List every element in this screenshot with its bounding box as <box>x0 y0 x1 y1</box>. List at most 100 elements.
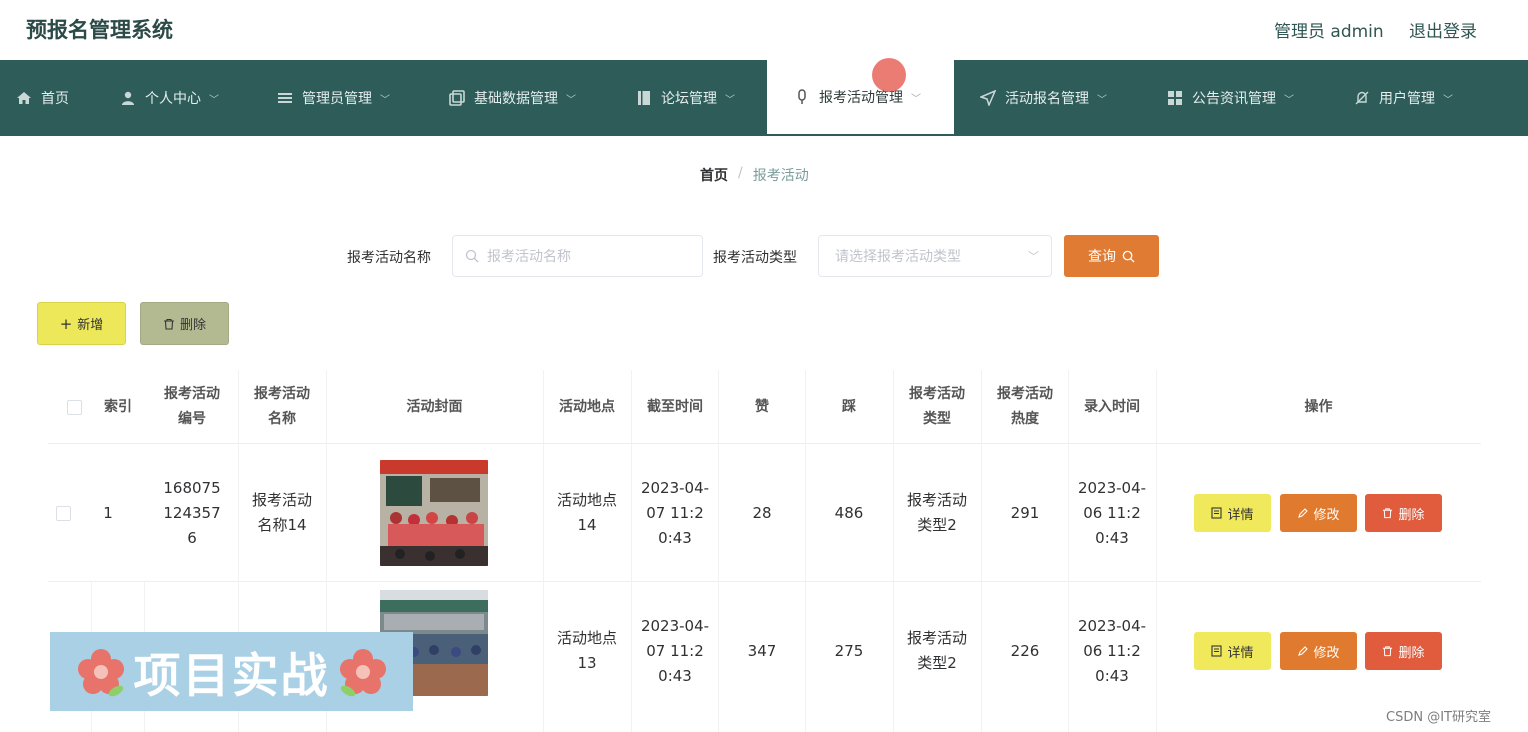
nav-item-activity-signup[interactable]: 活动报名管理 ﹀ <box>980 60 1107 136</box>
nav-item-label: 个人中心 <box>145 91 201 107</box>
search-icon <box>465 249 479 263</box>
column-divider <box>1156 370 1157 732</box>
column-divider <box>718 370 719 732</box>
activity-name-input[interactable]: 报考活动名称 <box>452 235 703 277</box>
document-icon <box>1211 645 1223 657</box>
logout-link[interactable]: 退出登录 <box>1409 17 1477 42</box>
cell-created: 2023-04-06 11:20:43 <box>1077 478 1147 547</box>
cell-dislikes: 275 <box>834 641 864 660</box>
pencil-icon <box>1298 508 1309 518</box>
chevron-down-icon: ﹀ <box>725 94 735 106</box>
row-checkbox-cell[interactable] <box>48 444 78 582</box>
microphone-icon <box>798 89 806 104</box>
bulk-delete-button[interactable]: 删除 <box>140 302 229 345</box>
chevron-down-icon: ﹀ <box>1443 94 1453 106</box>
delete-button-label: 删除 <box>1398 507 1425 523</box>
nav-item-personal-center[interactable]: 个人中心 ﹀ <box>120 60 219 136</box>
cell-heat: 226 <box>1010 641 1040 660</box>
watermark: CSDN @IT研究室 <box>1386 710 1491 725</box>
chevron-down-icon: ﹀ <box>1284 94 1294 106</box>
nav-item-label: 管理员管理 <box>302 91 372 107</box>
nav-item-base-data[interactable]: 基础数据管理 ﹀ <box>449 60 576 136</box>
add-button[interactable]: + 新增 <box>37 302 126 345</box>
nav-item-label: 用户管理 <box>1379 91 1435 107</box>
delete-button-label: 删除 <box>1398 645 1425 661</box>
column-divider <box>805 370 806 732</box>
user-icon <box>122 91 134 105</box>
detail-button[interactable]: 详情 <box>1194 494 1271 532</box>
activity-type-label: 报考活动类型 <box>713 250 797 266</box>
edit-button[interactable]: 修改 <box>1280 632 1357 670</box>
select-all-checkbox[interactable] <box>67 399 82 415</box>
nav-item-label: 公告资讯管理 <box>1192 91 1276 107</box>
breadcrumb: 首页 / 报考活动 <box>700 165 809 185</box>
cell-heat: 291 <box>1010 503 1040 522</box>
cell-index: 1 <box>103 503 113 522</box>
app-title: 预报名管理系统 <box>26 18 173 42</box>
header-heat: 报考活动热度 <box>997 386 1053 427</box>
nav-item-label: 论坛管理 <box>661 91 717 107</box>
query-button-label: 查询 <box>1088 249 1116 265</box>
cell-name: 报考活动名称14 <box>251 491 312 534</box>
detail-button-label: 详情 <box>1227 507 1254 523</box>
activity-type-placeholder: 请选择报考活动类型 <box>835 249 961 265</box>
pencil-icon <box>1298 646 1309 656</box>
nav-item-admin-management[interactable]: 管理员管理 ﹀ <box>277 60 390 136</box>
cell-deadline: 2023-04-07 11:20:43 <box>640 616 710 685</box>
header-created: 录入时间 <box>1084 398 1140 415</box>
header-deadline: 截至时间 <box>647 398 703 415</box>
edit-button-label: 修改 <box>1313 645 1340 661</box>
header-location: 活动地点 <box>559 398 615 415</box>
cell-dislikes: 486 <box>834 503 864 522</box>
column-divider <box>981 370 982 732</box>
query-button[interactable]: 查询 <box>1064 235 1159 277</box>
cell-location: 活动地点14 <box>557 491 618 534</box>
delete-button[interactable]: 删除 <box>1365 494 1442 532</box>
nav-item-announcements[interactable]: 公告资讯管理 ﹀ <box>1167 60 1294 136</box>
header-actions: 操作 <box>1304 398 1333 415</box>
breadcrumb-current: 报考活动 <box>752 168 809 184</box>
main-nav: 首页 个人中心 ﹀ 管理员管理 ﹀ 基础数据管理 ﹀ 论坛管理 ﹀ 报考活动管理… <box>0 60 1528 136</box>
header-index: 索引 <box>104 398 132 415</box>
row-checkbox[interactable] <box>55 505 71 521</box>
header-code: 报考活动编号 <box>164 386 220 427</box>
nav-item-exam-activity[interactable]: 报考活动管理 ﹀ <box>767 60 954 136</box>
nav-item-user-management[interactable]: 用户管理 ﹀ <box>1354 60 1453 136</box>
activity-name-placeholder: 报考活动名称 <box>487 249 571 265</box>
cell-type: 报考活动类型2 <box>906 629 967 672</box>
edit-button-label: 修改 <box>1313 507 1340 523</box>
grid-icon <box>1168 91 1182 105</box>
chevron-down-icon: ﹀ <box>1097 94 1107 106</box>
nav-item-label: 首页 <box>41 91 69 107</box>
header-dislikes: 踩 <box>842 398 856 415</box>
activity-cover-image <box>380 460 488 566</box>
list-icon <box>278 93 292 103</box>
cell-type: 报考活动类型2 <box>906 491 967 534</box>
plus-icon: + <box>59 314 73 333</box>
document-icon <box>1211 507 1223 519</box>
nav-item-forum[interactable]: 论坛管理 ﹀ <box>636 60 735 136</box>
flower-icon <box>77 648 124 696</box>
top-header: 预报名管理系统 管理员 admin 退出登录 <box>0 0 1528 60</box>
header-likes: 赞 <box>755 398 769 415</box>
cell-location: 活动地点13 <box>557 629 618 672</box>
edit-button[interactable]: 修改 <box>1280 494 1357 532</box>
column-divider <box>543 370 544 732</box>
chevron-down-icon: ﹀ <box>1028 250 1039 263</box>
delete-button[interactable]: 删除 <box>1365 632 1442 670</box>
no-bell-icon <box>1355 91 1369 105</box>
detail-button[interactable]: 详情 <box>1194 632 1271 670</box>
breadcrumb-home[interactable]: 首页 <box>700 165 728 185</box>
trash-icon <box>1383 508 1393 519</box>
activity-type-select[interactable]: 请选择报考活动类型 ﹀ <box>818 235 1052 277</box>
trash-icon <box>163 318 174 330</box>
chevron-down-icon: ﹀ <box>911 93 921 105</box>
cell-code: 1680751243576 <box>163 478 221 547</box>
cell-likes: 347 <box>747 641 777 660</box>
banner-text: 项目实战 <box>133 649 330 704</box>
promo-banner: 项目实战 <box>50 632 413 711</box>
home-icon <box>17 92 31 104</box>
bulk-delete-label: 删除 <box>179 318 206 333</box>
nav-item-home[interactable]: 首页 <box>16 60 69 136</box>
header-name: 报考活动名称 <box>254 386 310 427</box>
